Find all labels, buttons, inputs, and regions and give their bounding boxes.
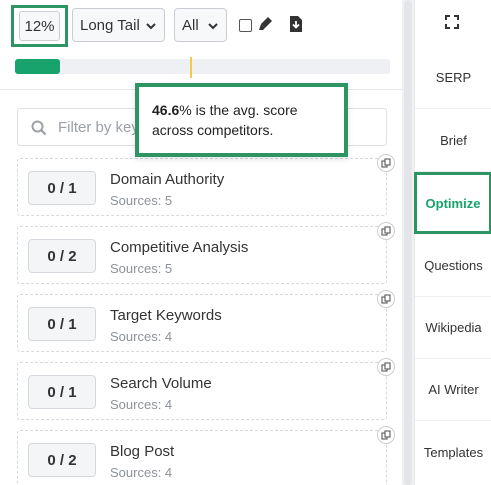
topic-item[interactable]: 0 / 1 Target Keywords Sources: 4	[17, 294, 387, 352]
topic-name: Blog Post	[110, 443, 175, 460]
topic-item[interactable]: 0 / 1 Domain Authority Sources: 5	[17, 158, 387, 216]
topic-item[interactable]: 0 / 1 Search Volume Sources: 4	[17, 362, 387, 420]
topic-count: 0 / 2	[28, 239, 96, 273]
copy-icon[interactable]	[377, 222, 395, 240]
score-badge[interactable]: 12%	[19, 11, 60, 41]
sidebar-item-optimize[interactable]: Optimize	[414, 172, 491, 234]
keyword-type-select[interactable]: Long Tail	[72, 8, 165, 42]
topic-sources: Sources: 5	[110, 193, 173, 208]
tooltip-avg-value: 46.6	[152, 102, 180, 118]
topic-name: Search Volume	[110, 375, 212, 392]
sidebar-item-serp[interactable]: SERP	[415, 47, 491, 109]
filter-placeholder: Filter by key	[58, 119, 139, 136]
sidebar-item-questions[interactable]: Questions	[415, 235, 491, 297]
topic-name: Target Keywords	[110, 307, 222, 324]
tooltip-line2: across competitors.	[152, 122, 274, 138]
tooltip-line1: % is the avg. score	[179, 102, 298, 118]
topic-sources: Sources: 4	[110, 329, 173, 344]
topic-item[interactable]: 0 / 2 Blog Post Sources: 4	[17, 430, 387, 485]
topic-count: 0 / 1	[28, 307, 96, 341]
sidebar-item-wikipedia[interactable]: Wikipedia	[415, 297, 491, 359]
chevron-down-icon	[146, 23, 156, 30]
score-progress-fill	[15, 59, 60, 74]
score-highlight: 12%	[11, 5, 68, 47]
copy-icon[interactable]	[377, 358, 395, 376]
sidebar-item-ai-writer[interactable]: AI Writer	[415, 359, 491, 421]
content-optimizer-panel: 12% Long Tail All Filter by key 0 / 1 Do…	[0, 0, 402, 485]
toolbar: 12% Long Tail All	[0, 0, 402, 52]
right-sidebar: SERP Brief Optimize Questions Wikipedia …	[414, 0, 491, 485]
score-progress-bar	[15, 59, 390, 74]
scrollbar[interactable]	[402, 0, 414, 485]
expand-icon[interactable]	[445, 15, 459, 29]
topic-name: Domain Authority	[110, 171, 225, 188]
topic-name: Competitive Analysis	[110, 239, 249, 256]
topic-count: 0 / 1	[28, 171, 96, 205]
avg-score-marker[interactable]	[189, 57, 192, 78]
topic-count: 0 / 1	[28, 375, 96, 409]
keyword-type-select-value: Long Tail	[80, 16, 140, 34]
tooltip-text: 46.6% is the avg. score across competito…	[152, 100, 298, 140]
topic-sources: Sources: 5	[110, 261, 173, 276]
chevron-down-icon	[208, 23, 218, 30]
topic-count: 0 / 2	[28, 443, 96, 477]
copy-icon[interactable]	[377, 290, 395, 308]
highlighter-icon[interactable]	[258, 15, 274, 33]
scope-select-value: All	[182, 16, 199, 34]
download-icon[interactable]	[288, 15, 304, 33]
copy-icon[interactable]	[377, 426, 395, 444]
topic-sources: Sources: 4	[110, 465, 173, 480]
scope-select[interactable]: All	[174, 8, 227, 42]
copy-icon[interactable]	[377, 154, 395, 172]
avg-score-tooltip: 46.6% is the avg. score across competito…	[135, 83, 348, 157]
sidebar-item-templates[interactable]: Templates	[415, 421, 491, 483]
scrollbar-thumb[interactable]	[404, 0, 412, 485]
editor-panel: 12% Long Tail All Filter by key 0 / 1 Do…	[0, 0, 491, 485]
topic-item[interactable]: 0 / 2 Competitive Analysis Sources: 5	[17, 226, 387, 284]
sidebar-item-brief[interactable]: Brief	[415, 110, 491, 172]
select-checkbox[interactable]	[239, 19, 252, 32]
topic-sources: Sources: 4	[110, 397, 173, 412]
search-icon	[31, 120, 47, 136]
